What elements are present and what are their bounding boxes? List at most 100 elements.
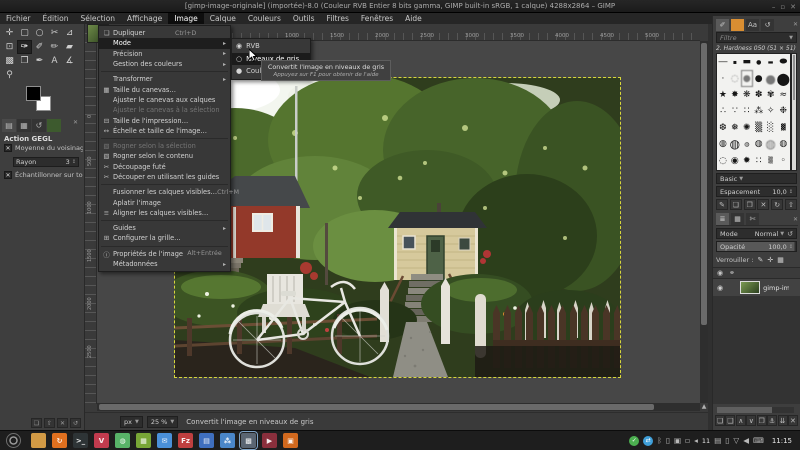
brush-cell[interactable]: ◍ bbox=[753, 136, 765, 152]
menubar-item[interactable]: Image bbox=[168, 13, 204, 24]
close-icon[interactable]: ✕ bbox=[793, 21, 798, 28]
window-control-button[interactable]: ▫ bbox=[780, 3, 785, 11]
brush-cell[interactable]: ● bbox=[765, 70, 777, 86]
tool-button[interactable]: ▩ bbox=[2, 54, 17, 68]
taskbar-app-icon[interactable]: ▤ bbox=[199, 433, 214, 448]
window-control-button[interactable]: ✕ bbox=[790, 3, 796, 11]
dock-tab[interactable]: ✄ bbox=[746, 213, 759, 225]
brush-cell[interactable]: ⬬ bbox=[777, 54, 790, 70]
delete-options-button[interactable]: ✕ bbox=[57, 418, 68, 428]
menu-item[interactable]: Ajuster le canevas à la sélection bbox=[99, 105, 230, 115]
tool-button[interactable]: ✛ bbox=[2, 26, 17, 40]
brush-scrollbar[interactable] bbox=[791, 53, 797, 171]
tray-icon[interactable]: ▽ bbox=[733, 436, 739, 445]
brush-cell[interactable]: ∷ bbox=[741, 103, 753, 119]
tool-button[interactable]: ⊿ bbox=[62, 26, 77, 40]
close-icon[interactable]: ✕ bbox=[793, 216, 798, 223]
menu-item[interactable]: ≡ Aligner les calques visibles… bbox=[99, 208, 230, 218]
taskbar-app-icon[interactable]: ↻ bbox=[52, 433, 67, 448]
menubar-item[interactable]: Outils bbox=[287, 13, 321, 24]
menubar-item[interactable]: Aide bbox=[399, 13, 428, 24]
brush-action-button[interactable]: ❏ bbox=[730, 199, 742, 210]
brush-cell[interactable]: ◌ bbox=[729, 70, 741, 86]
spinner-arrows-icon[interactable]: ↕ bbox=[789, 244, 793, 250]
taskbar-app-icon[interactable]: ▦ bbox=[136, 433, 151, 448]
brush-cell[interactable]: ∵ bbox=[729, 103, 741, 119]
dock-tab[interactable]: ≣ bbox=[716, 213, 729, 225]
tray-icon[interactable]: ⌨ bbox=[753, 436, 764, 445]
brush-filter-input[interactable]: Filtre ▼ bbox=[716, 32, 797, 43]
scrollbar-thumb[interactable] bbox=[717, 407, 772, 413]
menu-item[interactable]: Guides ▸ bbox=[99, 223, 230, 233]
layers-scrollbar[interactable] bbox=[717, 407, 794, 413]
save-options-button[interactable]: ❏ bbox=[31, 418, 42, 428]
layer-action-button[interactable]: ∧ bbox=[736, 415, 746, 426]
dock-tab[interactable]: ↺ bbox=[761, 19, 774, 31]
tool-button[interactable]: ⚲ bbox=[2, 68, 17, 82]
window-control-button[interactable]: – bbox=[772, 3, 776, 11]
spinner-arrows-icon[interactable]: ↕ bbox=[72, 159, 76, 165]
taskbar-app-icon[interactable]: ▶ bbox=[262, 433, 277, 448]
menubar-item[interactable]: Édition bbox=[37, 13, 75, 24]
tray-icon[interactable]: ◀ bbox=[743, 436, 749, 445]
brush-action-button[interactable]: ❐ bbox=[744, 199, 756, 210]
brush-cell[interactable]: ∷ bbox=[753, 152, 765, 168]
brush-cell[interactable]: ▪ bbox=[729, 54, 741, 70]
tray-icon[interactable]: ▫ bbox=[685, 436, 690, 445]
tray-icon[interactable]: ✓ bbox=[629, 436, 639, 446]
foreground-color-swatch[interactable] bbox=[26, 86, 41, 101]
brush-cell[interactable]: ✸ bbox=[729, 87, 741, 103]
brush-cell[interactable]: ⬤ bbox=[777, 70, 790, 86]
tray-icon[interactable]: ⇄ bbox=[643, 436, 653, 446]
menu-item[interactable]: ⓘ Propriétés de l'image Alt+Entrée bbox=[99, 249, 230, 259]
brush-cell[interactable]: ✾ bbox=[765, 87, 777, 103]
brush-cell[interactable]: ▒ bbox=[753, 120, 765, 136]
unit-select[interactable]: px▼ bbox=[120, 416, 143, 428]
layer-action-button[interactable]: ⇊ bbox=[778, 415, 788, 426]
menu-item[interactable]: Fusionner les calques visibles… Ctrl+M bbox=[99, 187, 230, 197]
brush-action-button[interactable]: ⇧ bbox=[785, 199, 797, 210]
menu-item[interactable]: ▧ Rogner selon la sélection bbox=[99, 141, 230, 151]
layer-row[interactable]: ◉ gimp-image-originale bbox=[713, 279, 800, 296]
menubar-item[interactable]: Fenêtres bbox=[355, 13, 399, 24]
menu-item[interactable]: Aplatir l'image bbox=[99, 197, 230, 207]
brush-action-button[interactable]: ✎ bbox=[716, 199, 728, 210]
submenu-item[interactable]: ◉ RVB bbox=[232, 40, 310, 53]
tray-icon[interactable]: ▣ bbox=[674, 436, 681, 445]
brush-cell[interactable]: ◍ bbox=[729, 136, 741, 152]
taskbar-app-icon[interactable]: >_ bbox=[73, 433, 88, 448]
brush-cell[interactable]: ★ bbox=[717, 87, 729, 103]
tray-icon[interactable]: ▯ bbox=[725, 436, 729, 445]
taskbar-app-icon[interactable]: ▣ bbox=[283, 433, 298, 448]
menu-item[interactable]: ⊞ Configurer la grille… bbox=[99, 233, 230, 243]
brush-cell[interactable]: ⁂ bbox=[753, 103, 765, 119]
mode-switch-icon[interactable]: ↺ bbox=[787, 230, 793, 238]
brush-cell[interactable]: ▒ bbox=[765, 152, 777, 168]
brush-cell[interactable]: ● bbox=[753, 70, 765, 86]
layer-mode-select[interactable]: Mode Normal ▼ ↺ bbox=[716, 228, 797, 239]
layer-action-button[interactable]: ⚓ bbox=[767, 415, 777, 426]
menu-item[interactable]: ✂ Découpage futé bbox=[99, 162, 230, 172]
taskbar-app-icon[interactable]: ⁂ bbox=[220, 433, 235, 448]
zoom-select[interactable]: 25 %▼ bbox=[147, 416, 178, 428]
spinner-arrows-icon[interactable]: ↕ bbox=[789, 189, 793, 195]
menu-item[interactable]: ⊟ Taille de l'impression… bbox=[99, 115, 230, 125]
opacity-slider[interactable]: Opacité 100,0 ↕ bbox=[716, 241, 797, 252]
tray-icon[interactable]: ▤ bbox=[714, 436, 721, 445]
menubar-item[interactable]: Couleurs bbox=[242, 13, 287, 24]
lock-icon[interactable]: ✎ bbox=[757, 256, 763, 264]
brush-cell[interactable]: ◍ bbox=[777, 136, 790, 152]
dock-tab[interactable]: ▤ bbox=[2, 119, 16, 132]
brush-action-button[interactable]: ✕ bbox=[757, 199, 769, 210]
brush-cell[interactable]: ◦ bbox=[777, 152, 790, 168]
tool-button[interactable]: ✒ bbox=[32, 54, 47, 68]
tag-select[interactable]: Basic▼ bbox=[716, 173, 797, 184]
brush-cell[interactable]: ❋ bbox=[741, 87, 753, 103]
layer-action-button[interactable]: ❐ bbox=[757, 415, 767, 426]
horizontal-scrollbar[interactable]: ▲ bbox=[97, 403, 700, 411]
eye-icon[interactable]: ◉ bbox=[717, 269, 723, 277]
menubar-item[interactable]: Affichage bbox=[121, 13, 168, 24]
eye-icon[interactable]: ◉ bbox=[717, 284, 723, 292]
dock-tab[interactable]: Aa bbox=[746, 19, 759, 31]
dock-tab[interactable]: ▦ bbox=[17, 119, 31, 132]
